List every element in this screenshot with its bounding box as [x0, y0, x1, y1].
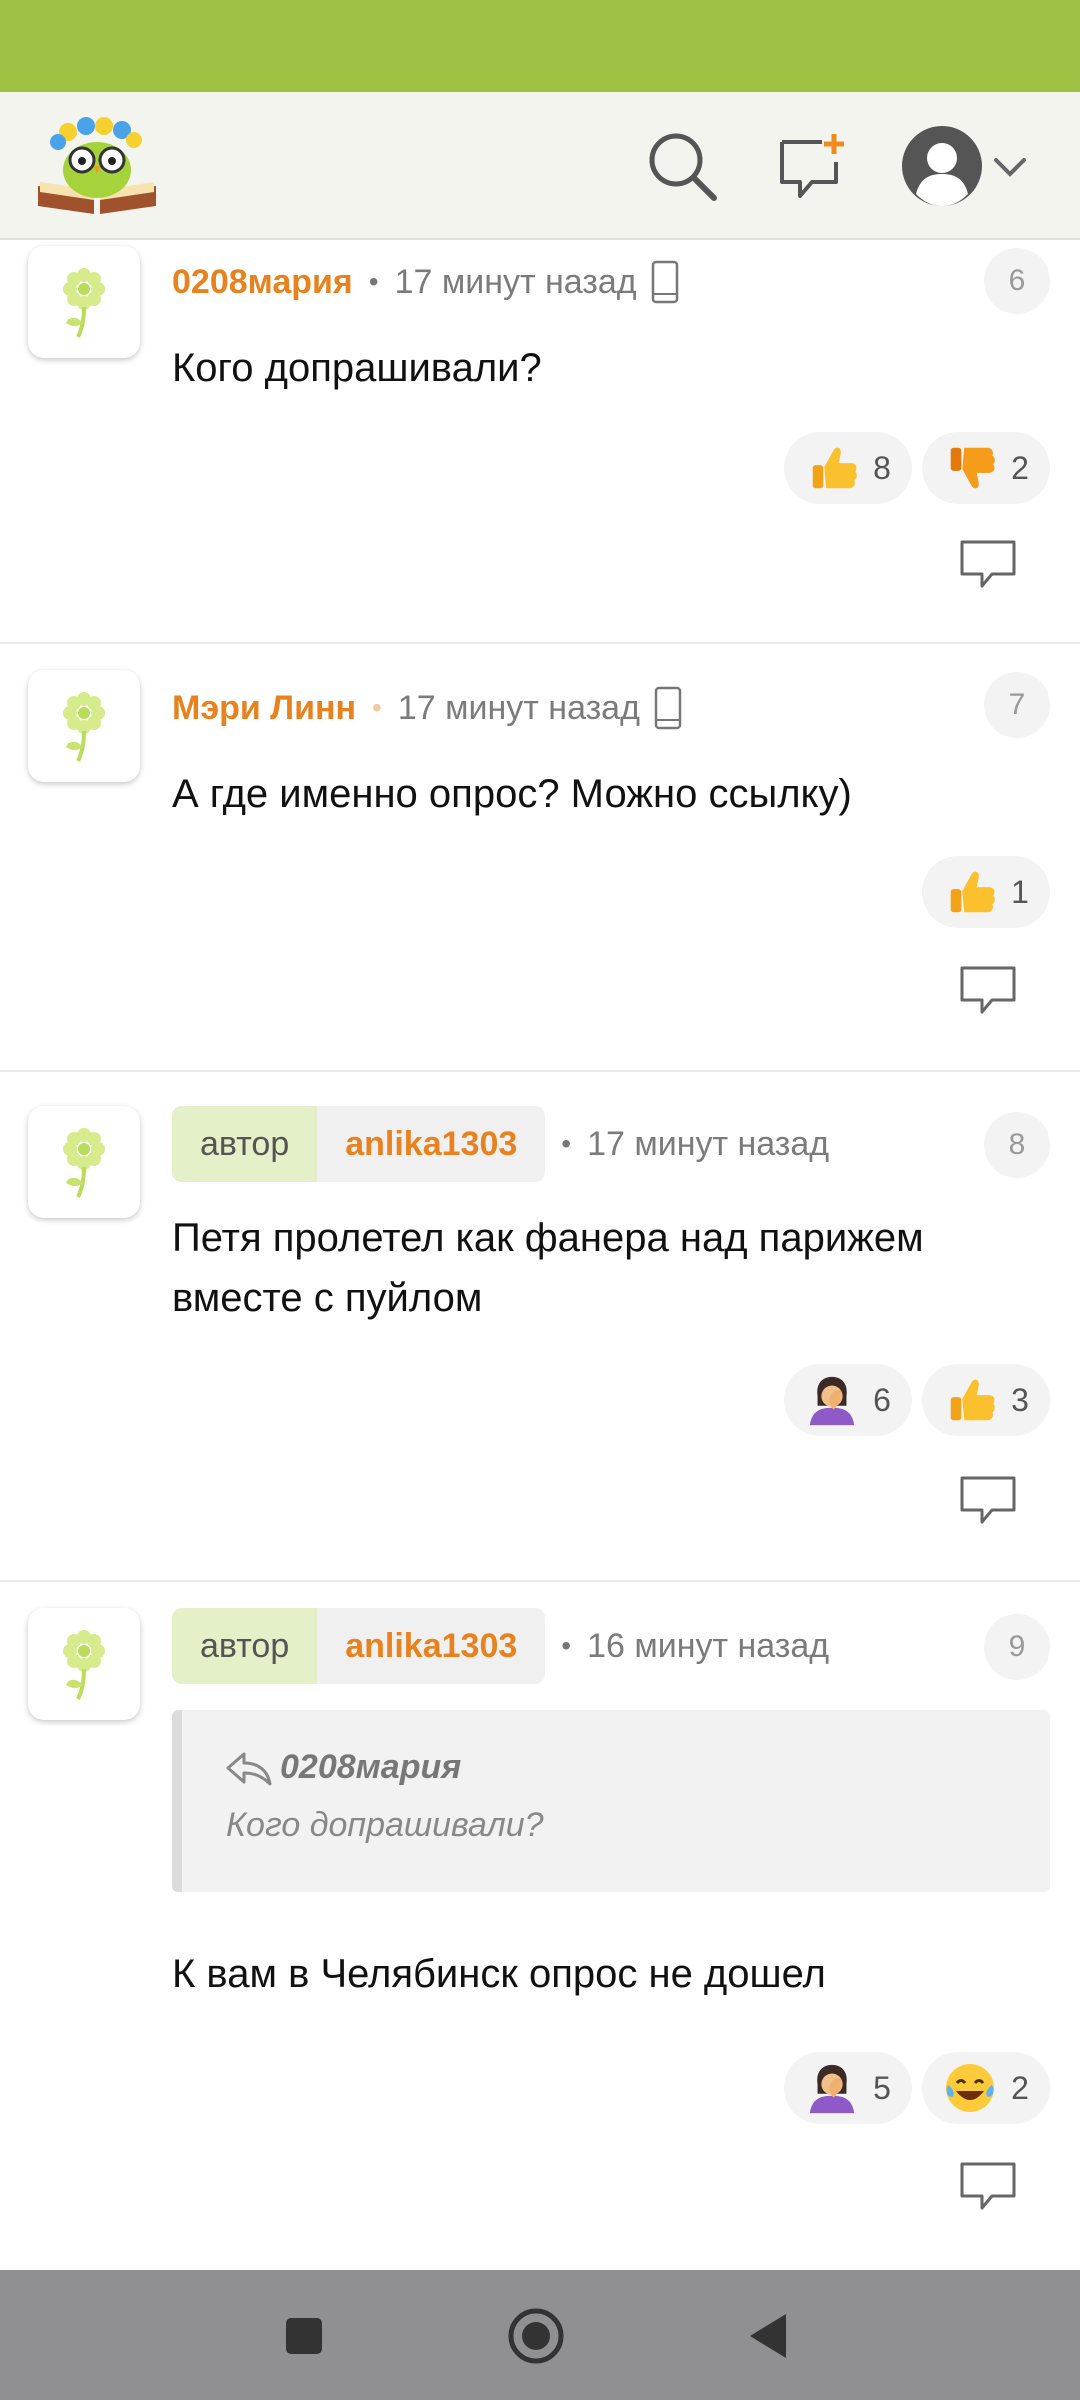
comment-meta: Мэри Линн • 17 минут назад	[172, 678, 682, 738]
username[interactable]: Мэри Линн	[172, 689, 356, 728]
avatar[interactable]	[28, 670, 140, 782]
mobile-device-icon	[654, 686, 682, 730]
square-icon[interactable]	[274, 2306, 334, 2366]
profile-menu-button[interactable]	[896, 118, 1046, 214]
chevron-down-icon	[994, 158, 1026, 177]
triangle-back-icon[interactable]	[738, 2306, 798, 2366]
username: anlika1303	[317, 1608, 546, 1684]
facepalm-icon	[809, 2064, 855, 2114]
reactions: 5 2	[784, 2052, 1050, 2124]
reactions: 1	[922, 856, 1050, 928]
circle-icon[interactable]	[506, 2306, 566, 2366]
reaction-count: 1	[1011, 873, 1029, 910]
comment-meta: 0208мария • 17 минут назад	[172, 252, 679, 312]
comment-text: А где именно опрос? Можно ссылку)	[172, 772, 852, 816]
new-comment-plus-icon[interactable]	[768, 124, 860, 208]
reaction-thumbs-up[interactable]: 1	[922, 856, 1050, 928]
comment-item: автор anlika1303 • 17 минут назад 8 Петя…	[0, 1072, 1080, 1582]
reaction-facepalm[interactable]: 5	[784, 2052, 912, 2124]
comment-item: автор anlika1303 • 16 минут назад 9 0208…	[0, 1582, 1080, 2272]
comment-meta: автор anlika1303 • 16 минут назад	[172, 1608, 829, 1684]
reaction-laughing[interactable]: 2	[922, 2052, 1050, 2124]
thumbs-up-icon	[950, 871, 995, 913]
reaction-thumbs-up[interactable]: 8	[784, 432, 912, 504]
comment-text: Петя пролетел как фанера над парижем вме…	[172, 1208, 1050, 1328]
search-icon[interactable]	[640, 124, 724, 208]
timestamp: 17 минут назад	[394, 262, 637, 301]
reply-icon[interactable]	[958, 538, 1018, 590]
avatar[interactable]	[28, 246, 140, 358]
avatar[interactable]	[28, 1106, 140, 1218]
comment-text: К вам в Челябинск опрос не дошел	[172, 1952, 826, 1996]
reply-icon[interactable]	[958, 964, 1018, 1016]
quote-author-name: 0208мария	[280, 1748, 462, 1786]
comment-meta: автор anlika1303 • 17 минут назад	[172, 1106, 829, 1182]
comments-list: 0208мария • 17 минут назад 6 Кого допраш…	[0, 242, 1080, 2272]
comment-number: 8	[984, 1112, 1050, 1178]
author-tag: автор	[172, 1608, 318, 1684]
thumbs-down-icon	[950, 447, 995, 489]
reaction-facepalm[interactable]: 6	[784, 1364, 912, 1436]
quote-text: Кого допрашивали?	[226, 1806, 544, 1844]
comment-item: 0208мария • 17 минут назад 6 Кого допраш…	[0, 242, 1080, 644]
online-dot: •	[372, 692, 382, 723]
reaction-thumbs-down[interactable]: 2	[922, 432, 1050, 504]
username[interactable]: 0208мария	[172, 263, 353, 302]
laughing-tears-icon	[944, 2062, 996, 2114]
system-nav-bar	[0, 2270, 1080, 2400]
thumbs-up-icon	[950, 1379, 995, 1421]
reply-icon[interactable]	[958, 1474, 1018, 1526]
quote-author: 0208мария	[226, 1748, 461, 1787]
user-avatar-icon	[902, 126, 982, 206]
thumbs-up-icon	[812, 447, 857, 489]
mobile-device-icon	[651, 260, 679, 304]
comment-text: Кого допрашивали?	[172, 346, 542, 390]
separator-dot: •	[561, 1128, 572, 1159]
owl-book-logo-icon[interactable]	[34, 108, 160, 220]
reaction-count: 2	[1011, 2069, 1029, 2106]
reactions: 8 2	[784, 432, 1050, 504]
reaction-count: 3	[1011, 1381, 1029, 1418]
username: anlika1303	[317, 1106, 546, 1182]
reply-icon[interactable]	[958, 2160, 1018, 2212]
comment-text-line: Петя пролетел как фанера над парижем	[172, 1216, 924, 1260]
comment-number: 9	[984, 1614, 1050, 1680]
timestamp: 17 минут назад	[397, 688, 640, 727]
comment-item: Мэри Линн • 17 минут назад 7 А где именн…	[0, 644, 1080, 1072]
author-tag: автор	[172, 1106, 318, 1182]
author-badge[interactable]: автор anlika1303	[172, 1608, 546, 1684]
separator-dot: •	[561, 1630, 572, 1661]
reaction-count: 5	[873, 2069, 891, 2106]
reactions: 6 3	[784, 1364, 1050, 1436]
separator-dot: •	[368, 266, 379, 297]
app-header	[0, 92, 1080, 240]
reaction-count: 6	[873, 1381, 891, 1418]
timestamp: 16 минут назад	[587, 1626, 830, 1665]
reaction-thumbs-up[interactable]: 3	[922, 1364, 1050, 1436]
comment-number: 6	[984, 248, 1050, 314]
status-bar	[0, 0, 1080, 92]
facepalm-icon	[809, 1376, 855, 1426]
timestamp: 17 минут назад	[587, 1124, 830, 1163]
author-badge[interactable]: автор anlika1303	[172, 1106, 546, 1182]
reply-arrow-icon	[226, 1752, 272, 1785]
quoted-reply[interactable]: 0208мария Кого допрашивали?	[172, 1710, 1050, 1892]
comment-text-line: вместе с пуйлом	[172, 1276, 483, 1320]
reaction-count: 2	[1011, 449, 1029, 486]
reaction-count: 8	[873, 449, 891, 486]
avatar[interactable]	[28, 1608, 140, 1720]
comment-number: 7	[984, 672, 1050, 738]
